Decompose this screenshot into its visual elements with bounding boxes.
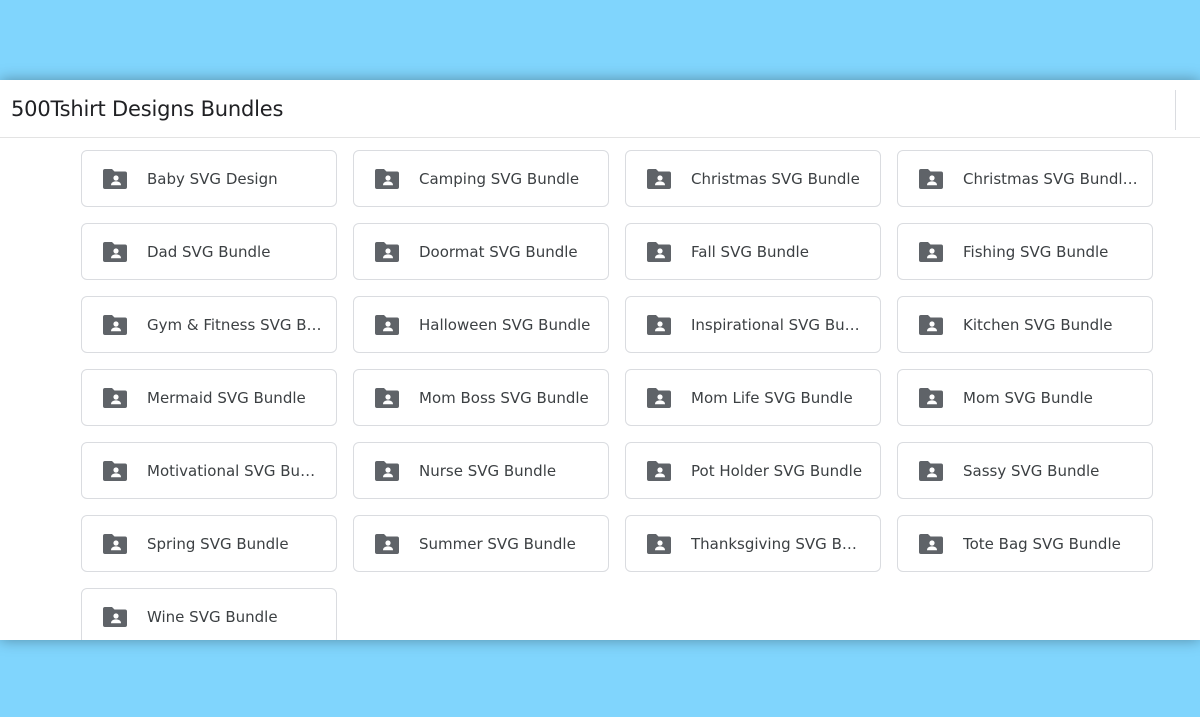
shared-folder-icon xyxy=(647,460,671,481)
folder-label: Mermaid SVG Bundle xyxy=(147,388,306,407)
folder-label: Spring SVG Bundle xyxy=(147,534,289,553)
shared-folder-icon xyxy=(647,241,671,262)
folder-card[interactable]: Christmas SVG Bundle xyxy=(625,150,881,207)
folder-label: Kitchen SVG Bundle xyxy=(963,315,1113,334)
shared-folder-icon xyxy=(919,241,943,262)
folder-card[interactable]: Fall SVG Bundle xyxy=(625,223,881,280)
shared-folder-icon xyxy=(103,460,127,481)
shared-folder-icon xyxy=(375,387,399,408)
folder-card[interactable]: Kitchen SVG Bundle xyxy=(897,296,1153,353)
folder-card[interactable]: Halloween SVG Bundle xyxy=(353,296,609,353)
shared-folder-icon xyxy=(103,168,127,189)
shared-folder-icon xyxy=(103,606,127,627)
shared-folder-icon xyxy=(647,533,671,554)
drive-folder-window: 500Tshirt Designs Bundles Baby SVG Desig… xyxy=(0,80,1200,640)
folder-card[interactable]: Spring SVG Bundle xyxy=(81,515,337,572)
folder-label: Doormat SVG Bundle xyxy=(419,242,578,261)
shared-folder-icon xyxy=(375,314,399,335)
folder-card[interactable]: Baby SVG Design xyxy=(81,150,337,207)
folder-card[interactable]: Pot Holder SVG Bundle xyxy=(625,442,881,499)
folder-card[interactable]: Mom Life SVG Bundle xyxy=(625,369,881,426)
folder-card[interactable]: Inspirational SVG Bundle... xyxy=(625,296,881,353)
shared-folder-icon xyxy=(375,533,399,554)
folder-card[interactable]: Dad SVG Bundle xyxy=(81,223,337,280)
folder-label: Nurse SVG Bundle xyxy=(419,461,557,480)
header-divider xyxy=(1175,90,1176,130)
shared-folder-icon xyxy=(375,168,399,189)
folder-card[interactable]: Nurse SVG Bundle xyxy=(353,442,609,499)
folder-label: Christmas SVG Bundle V... xyxy=(963,169,1138,188)
shared-folder-icon xyxy=(103,387,127,408)
folder-label: Mom SVG Bundle xyxy=(963,388,1093,407)
shared-folder-icon xyxy=(375,241,399,262)
folder-card[interactable]: Sassy SVG Bundle xyxy=(897,442,1153,499)
shared-folder-icon xyxy=(103,533,127,554)
folder-card[interactable]: Motivational SVG Bundle xyxy=(81,442,337,499)
folder-label: Gym & Fitness SVG Bun... xyxy=(147,315,322,334)
shared-folder-icon xyxy=(919,460,943,481)
folder-label: Fall SVG Bundle xyxy=(691,242,809,261)
folder-card[interactable]: Mom Boss SVG Bundle xyxy=(353,369,609,426)
shared-folder-icon xyxy=(103,241,127,262)
shared-folder-icon xyxy=(375,460,399,481)
shared-folder-icon xyxy=(919,533,943,554)
shared-folder-icon xyxy=(647,168,671,189)
folder-grid: Baby SVG Design Camping SVG Bundle Chris… xyxy=(81,150,1155,640)
shared-folder-icon xyxy=(919,314,943,335)
folder-card[interactable]: Tote Bag SVG Bundle xyxy=(897,515,1153,572)
folder-label: Sassy SVG Bundle xyxy=(963,461,1100,480)
folder-label: Motivational SVG Bundle xyxy=(147,461,322,480)
folder-card[interactable]: Mom SVG Bundle xyxy=(897,369,1153,426)
page-title: 500Tshirt Designs Bundles xyxy=(11,97,284,121)
folder-card[interactable]: Fishing SVG Bundle xyxy=(897,223,1153,280)
folder-card[interactable]: Mermaid SVG Bundle xyxy=(81,369,337,426)
folder-label: Tote Bag SVG Bundle xyxy=(963,534,1121,553)
shared-folder-icon xyxy=(919,387,943,408)
shared-folder-icon xyxy=(647,387,671,408)
folder-card[interactable]: Thanksgiving SVG Bundle xyxy=(625,515,881,572)
folder-header: 500Tshirt Designs Bundles xyxy=(0,80,1200,138)
folder-card[interactable]: Christmas SVG Bundle V... xyxy=(897,150,1153,207)
folder-label: Christmas SVG Bundle xyxy=(691,169,860,188)
folder-label: Wine SVG Bundle xyxy=(147,607,278,626)
folder-card[interactable]: Gym & Fitness SVG Bun... xyxy=(81,296,337,353)
folder-label: Baby SVG Design xyxy=(147,169,278,188)
folder-label: Camping SVG Bundle xyxy=(419,169,580,188)
folder-label: Mom Life SVG Bundle xyxy=(691,388,853,407)
folder-label: Dad SVG Bundle xyxy=(147,242,271,261)
folder-label: Inspirational SVG Bundle... xyxy=(691,315,866,334)
folder-card[interactable]: Summer SVG Bundle xyxy=(353,515,609,572)
folder-card[interactable]: Wine SVG Bundle xyxy=(81,588,337,640)
folder-label: Mom Boss SVG Bundle xyxy=(419,388,589,407)
folder-label: Thanksgiving SVG Bundle xyxy=(691,534,866,553)
folder-label: Halloween SVG Bundle xyxy=(419,315,591,334)
folder-label: Summer SVG Bundle xyxy=(419,534,576,553)
folder-card[interactable]: Doormat SVG Bundle xyxy=(353,223,609,280)
folder-label: Fishing SVG Bundle xyxy=(963,242,1109,261)
folder-label: Pot Holder SVG Bundle xyxy=(691,461,863,480)
shared-folder-icon xyxy=(647,314,671,335)
shared-folder-icon xyxy=(103,314,127,335)
folder-card[interactable]: Camping SVG Bundle xyxy=(353,150,609,207)
shared-folder-icon xyxy=(919,168,943,189)
